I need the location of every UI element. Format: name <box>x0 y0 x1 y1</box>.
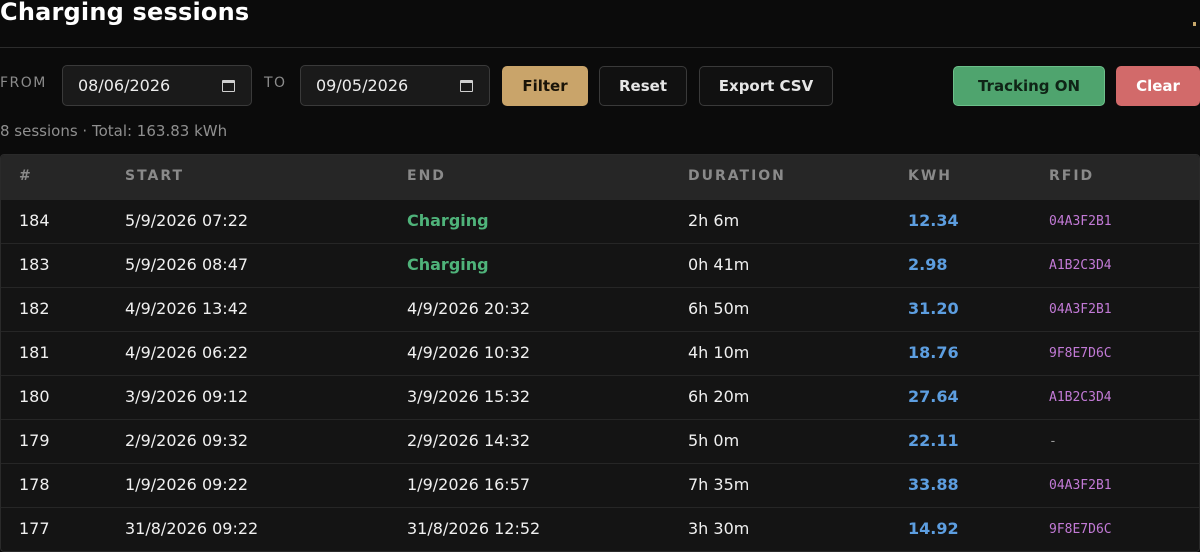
column-header-start[interactable]: START <box>125 168 184 184</box>
session-kwh: 14.92 <box>908 519 959 538</box>
session-rfid: 9F8E7D6C <box>1049 522 1112 537</box>
session-kwh: 27.64 <box>908 387 959 406</box>
from-label: FROM <box>0 75 47 91</box>
session-kwh: 33.88 <box>908 475 959 494</box>
table-row[interactable]: 184 5/9/2026 07:22 Charging 2h 6m 12.34 … <box>1 199 1199 243</box>
session-duration: 2h 6m <box>688 211 740 230</box>
page-title: Charging sessions <box>0 0 250 26</box>
session-start: 5/9/2026 07:22 <box>125 211 249 230</box>
session-end: 3/9/2026 15:32 <box>407 387 531 406</box>
table-header: # START END DURATION KWH RFID <box>1 155 1199 200</box>
session-duration: 4h 10m <box>688 343 750 362</box>
session-duration: 7h 35m <box>688 475 750 494</box>
session-id: 180 <box>19 387 50 406</box>
to-label: TO <box>264 75 287 91</box>
session-id: 184 <box>19 211 50 230</box>
table-row[interactable]: 177 31/8/2026 09:22 31/8/2026 12:52 3h 3… <box>1 507 1199 551</box>
export-csv-button[interactable]: Export CSV <box>699 66 833 106</box>
session-end-status: Charging <box>407 211 489 230</box>
reset-button[interactable]: Reset <box>599 66 687 106</box>
session-kwh: 2.98 <box>908 255 948 274</box>
tracking-toggle-button[interactable]: Tracking ON <box>953 66 1105 106</box>
session-kwh: 31.20 <box>908 299 959 318</box>
session-end: 4/9/2026 20:32 <box>407 299 531 318</box>
session-kwh: 12.34 <box>908 211 959 230</box>
session-id: 183 <box>19 255 50 274</box>
session-start: 4/9/2026 06:22 <box>125 343 249 362</box>
session-start: 2/9/2026 09:32 <box>125 431 249 450</box>
session-kwh: 18.76 <box>908 343 959 362</box>
session-duration: 5h 0m <box>688 431 740 450</box>
session-rfid: 04A3F2B1 <box>1049 214 1112 229</box>
session-kwh: 22.11 <box>908 431 959 450</box>
session-duration: 0h 41m <box>688 255 750 274</box>
table-row[interactable]: 180 3/9/2026 09:12 3/9/2026 15:32 6h 20m… <box>1 375 1199 419</box>
calendar-icon[interactable] <box>222 80 235 92</box>
session-end: 4/9/2026 10:32 <box>407 343 531 362</box>
session-id: 182 <box>19 299 50 318</box>
table-row[interactable]: 182 4/9/2026 13:42 4/9/2026 20:32 6h 50m… <box>1 287 1199 331</box>
calendar-icon[interactable] <box>460 80 473 92</box>
column-header-duration[interactable]: DURATION <box>688 168 786 184</box>
session-rfid: 9F8E7D6C <box>1049 346 1112 361</box>
session-start: 4/9/2026 13:42 <box>125 299 249 318</box>
table-row[interactable]: 178 1/9/2026 09:22 1/9/2026 16:57 7h 35m… <box>1 463 1199 507</box>
accent-marker <box>1193 22 1196 26</box>
session-rfid: 04A3F2B1 <box>1049 478 1112 493</box>
sessions-table: # START END DURATION KWH RFID 184 5/9/20… <box>0 154 1200 552</box>
session-start: 1/9/2026 09:22 <box>125 475 249 494</box>
filter-button[interactable]: Filter <box>502 66 588 106</box>
session-start: 3/9/2026 09:12 <box>125 387 249 406</box>
column-header-kwh[interactable]: KWH <box>908 168 952 184</box>
header-divider <box>0 47 1200 48</box>
session-id: 181 <box>19 343 50 362</box>
table-row[interactable]: 181 4/9/2026 06:22 4/9/2026 10:32 4h 10m… <box>1 331 1199 375</box>
column-header-end[interactable]: END <box>407 168 446 184</box>
table-row[interactable]: 183 5/9/2026 08:47 Charging 0h 41m 2.98 … <box>1 243 1199 287</box>
session-start: 31/8/2026 09:22 <box>125 519 259 538</box>
column-header-id[interactable]: # <box>19 168 33 184</box>
session-end-status: Charging <box>407 255 489 274</box>
session-rfid: - <box>1049 434 1057 449</box>
session-end: 2/9/2026 14:32 <box>407 431 531 450</box>
session-duration: 6h 50m <box>688 299 750 318</box>
session-rfid: A1B2C3D4 <box>1049 390 1112 405</box>
session-duration: 6h 20m <box>688 387 750 406</box>
from-date-value: 08/06/2026 <box>78 76 171 95</box>
session-id: 177 <box>19 519 50 538</box>
session-rfid: A1B2C3D4 <box>1049 258 1112 273</box>
sessions-summary: 8 sessions · Total: 163.83 kWh <box>0 122 228 140</box>
table-row[interactable]: 179 2/9/2026 09:32 2/9/2026 14:32 5h 0m … <box>1 419 1199 463</box>
to-date-value: 09/05/2026 <box>316 76 409 95</box>
column-header-rfid[interactable]: RFID <box>1049 168 1094 184</box>
session-duration: 3h 30m <box>688 519 750 538</box>
session-id: 178 <box>19 475 50 494</box>
from-date-input[interactable]: 08/06/2026 <box>62 65 252 106</box>
session-id: 179 <box>19 431 50 450</box>
session-end: 31/8/2026 12:52 <box>407 519 541 538</box>
session-rfid: 04A3F2B1 <box>1049 302 1112 317</box>
session-start: 5/9/2026 08:47 <box>125 255 249 274</box>
session-end: 1/9/2026 16:57 <box>407 475 531 494</box>
clear-button[interactable]: Clear <box>1116 66 1200 106</box>
to-date-input[interactable]: 09/05/2026 <box>300 65 490 106</box>
